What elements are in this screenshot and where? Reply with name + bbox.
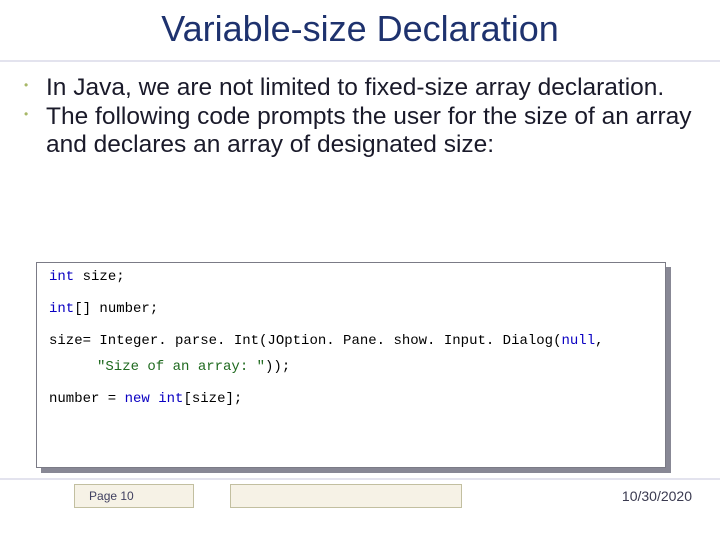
code-line-2: int[] number; [49, 301, 653, 317]
bullet-1: In Java, we are not limited to fixed-siz… [24, 74, 704, 101]
code-line-3: size= Integer. parse. Int(JOption. Pane.… [49, 333, 653, 349]
code-line-4: "Size of an array: ")); [49, 359, 653, 375]
footer-date: 10/30/2020 [622, 488, 692, 504]
code-5c: [size]; [183, 391, 242, 407]
code-rest-1: size; [74, 269, 124, 285]
code-str: "Size of an array: " [97, 359, 265, 375]
title-divider [0, 60, 720, 62]
slide: Variable-size Declaration In Java, we ar… [0, 0, 720, 540]
kw-int-3: int [158, 391, 183, 407]
body-text: In Java, we are not limited to fixed-siz… [24, 74, 704, 160]
code-line-1: int size; [49, 269, 653, 285]
code-line-5: number = new int[size]; [49, 391, 653, 407]
code-5b [150, 391, 158, 407]
code-box: int size; int[] number; size= Integer. p… [36, 262, 666, 468]
page-number: Page 10 [89, 489, 134, 503]
kw-int-1: int [49, 269, 74, 285]
bullet-2: The following code prompts the user for … [24, 103, 704, 158]
footer: Page 10 10/30/2020 [0, 482, 720, 510]
code-3a: size= Integer. parse. Int(JOption. Pane.… [49, 333, 561, 349]
footer-mid-cell [230, 484, 462, 508]
kw-null: null [561, 333, 595, 349]
code-rest-2: [] number; [74, 301, 158, 317]
code-4rest: )); [265, 359, 290, 375]
code-3b: , [595, 333, 603, 349]
kw-int-2: int [49, 301, 74, 317]
page-number-cell: Page 10 [74, 484, 194, 508]
footer-divider [0, 478, 720, 480]
code-5a: number = [49, 391, 125, 407]
slide-title: Variable-size Declaration [0, 8, 720, 50]
bullet-1-text: In Java, we are not limited to fixed-siz… [46, 74, 664, 101]
bullet-2-text: The following code prompts the user for … [46, 103, 692, 157]
kw-new: new [125, 391, 150, 407]
